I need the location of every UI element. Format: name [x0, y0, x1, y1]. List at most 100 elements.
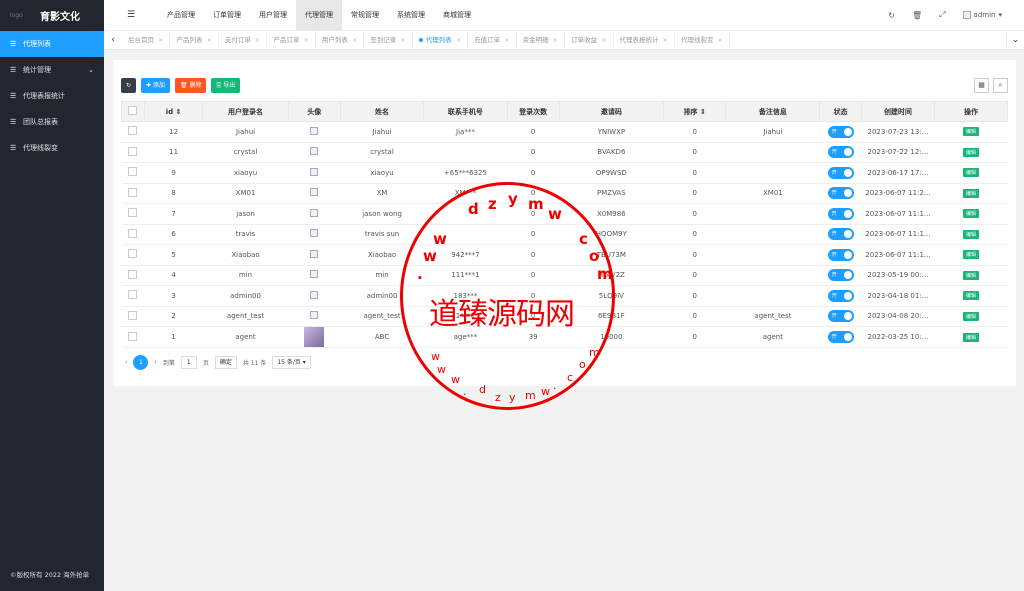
status-toggle[interactable]: 开: [827, 125, 854, 138]
close-icon[interactable]: ×: [663, 36, 668, 44]
row-select[interactable]: [121, 224, 145, 245]
sidebar-item-3[interactable]: ☰ 团队总报表: [0, 109, 104, 135]
status-toggle[interactable]: 开: [827, 331, 854, 343]
tab-item[interactable]: 支付订单 ×: [219, 30, 268, 50]
edit-button[interactable]: 编辑: [962, 250, 979, 260]
tab-item[interactable]: 订单收益 ×: [565, 30, 614, 50]
prev-page-icon[interactable]: ‹: [125, 359, 127, 366]
confirm-button[interactable]: 确定: [214, 356, 237, 369]
edit-button[interactable]: 编辑: [962, 209, 979, 219]
checkbox[interactable]: [128, 167, 138, 177]
topnav-item[interactable]: 用户管理: [250, 0, 296, 31]
tab-item[interactable]: 充值订单 ×: [468, 30, 517, 50]
menu-toggle-icon[interactable]: ☰: [104, 10, 158, 20]
add-button[interactable]: ✚ 添加: [141, 78, 170, 93]
tab-more-icon[interactable]: ⌄: [1006, 30, 1024, 50]
row-select[interactable]: [121, 244, 145, 266]
topnav-item[interactable]: 产品管理: [158, 0, 204, 31]
edit-button[interactable]: 编辑: [962, 188, 979, 198]
status-toggle[interactable]: 开: [827, 248, 854, 261]
topnav-item[interactable]: 订单管理: [204, 0, 250, 31]
page-current[interactable]: 1: [133, 355, 149, 370]
close-icon[interactable]: ×: [601, 36, 606, 44]
tab-item[interactable]: 产品订单 ×: [267, 30, 316, 50]
checkbox[interactable]: [128, 126, 138, 136]
tab-item[interactable]: 用户列表 ×: [316, 30, 365, 50]
close-icon[interactable]: ×: [400, 36, 405, 44]
search-icon[interactable]: ⌕: [993, 78, 1008, 93]
sidebar-item-2[interactable]: ☰ 代理表报统计: [0, 83, 104, 109]
edit-button[interactable]: 编辑: [962, 311, 979, 321]
topnav-item[interactable]: 常规管理: [342, 0, 388, 31]
row-select[interactable]: [121, 285, 145, 307]
topnav-item[interactable]: 系统管理: [388, 0, 434, 31]
close-icon[interactable]: ×: [717, 36, 722, 44]
tab-item[interactable]: 代理表报统计 ×: [614, 30, 675, 50]
brand[interactable]: logo 育影文化: [0, 0, 104, 31]
tab-item[interactable]: 签到记录 ×: [364, 30, 413, 50]
status-toggle[interactable]: 开: [827, 228, 854, 241]
status-toggle[interactable]: 开: [827, 207, 854, 220]
close-icon[interactable]: ×: [206, 36, 211, 44]
sidebar-item-1[interactable]: ☰ 统计管理 ⌄: [0, 57, 104, 83]
status-toggle[interactable]: 开: [827, 289, 854, 302]
topnav-item[interactable]: 代理管理: [296, 0, 342, 31]
tab-left-arrow-icon[interactable]: ‹: [104, 35, 122, 45]
checkbox[interactable]: [128, 249, 138, 259]
edit-button[interactable]: 编辑: [962, 127, 979, 137]
status-toggle[interactable]: 开: [827, 187, 854, 200]
row-select[interactable]: [121, 306, 145, 327]
row-select[interactable]: [121, 183, 145, 204]
sidebar-item-0[interactable]: ☰ 代理列表: [0, 31, 104, 57]
next-page-icon[interactable]: ›: [154, 359, 156, 366]
checkbox[interactable]: [128, 106, 138, 115]
sidebar-item-4[interactable]: ☰ 代理线裂变: [0, 135, 104, 161]
status-toggle[interactable]: 开: [827, 166, 854, 179]
columns-icon[interactable]: ▦: [974, 78, 989, 93]
row-select[interactable]: [121, 142, 145, 163]
status-toggle[interactable]: 开: [827, 310, 854, 323]
delete-button[interactable]: 🗑 删除: [174, 78, 207, 93]
export-button[interactable]: 🖺 导出: [211, 78, 241, 93]
close-icon[interactable]: ×: [456, 36, 461, 44]
per-page-select[interactable]: 15 条/页 ▾: [272, 356, 311, 369]
tab-item[interactable]: 资金明细 ×: [517, 30, 566, 50]
tab-item[interactable]: 产品列表 ×: [170, 30, 219, 50]
refresh-icon[interactable]: ↻: [888, 11, 895, 20]
topnav-item[interactable]: 商城管理: [434, 0, 480, 31]
checkbox[interactable]: [128, 331, 138, 341]
user-menu[interactable]: admin ▾: [962, 11, 1002, 19]
checkbox[interactable]: [128, 290, 138, 300]
row-select[interactable]: [121, 265, 145, 286]
edit-button[interactable]: 编辑: [962, 291, 979, 301]
select-all-header[interactable]: [121, 101, 145, 122]
sort-icon[interactable]: ⇕: [173, 108, 182, 116]
checkbox[interactable]: [128, 228, 138, 238]
row-select[interactable]: [121, 326, 145, 348]
checkbox[interactable]: [128, 269, 138, 279]
trash-icon[interactable]: 🗑: [912, 11, 922, 20]
status-toggle[interactable]: 开: [827, 269, 854, 282]
close-icon[interactable]: ×: [504, 36, 509, 44]
row-select[interactable]: [121, 121, 145, 143]
row-select[interactable]: [121, 203, 145, 225]
edit-button[interactable]: 编辑: [962, 332, 979, 342]
edit-button[interactable]: 编辑: [962, 270, 979, 280]
edit-button[interactable]: 编辑: [962, 229, 979, 239]
close-icon[interactable]: ×: [255, 36, 260, 44]
close-icon[interactable]: ×: [352, 36, 357, 44]
tab-item[interactable]: 代理列表 ×: [413, 30, 469, 50]
close-icon[interactable]: ×: [553, 36, 558, 44]
checkbox[interactable]: [128, 208, 138, 218]
close-icon[interactable]: ×: [158, 36, 163, 44]
tab-item[interactable]: 代理线裂变 ×: [675, 30, 730, 50]
sort-icon[interactable]: ⇕: [698, 108, 706, 116]
refresh-button[interactable]: ↻: [121, 78, 136, 93]
edit-button[interactable]: 编辑: [962, 168, 979, 178]
checkbox[interactable]: [128, 187, 138, 197]
status-toggle[interactable]: 开: [827, 146, 854, 159]
edit-button[interactable]: 编辑: [962, 147, 979, 157]
row-select[interactable]: [121, 162, 145, 184]
fullscreen-icon[interactable]: ⤢: [939, 10, 945, 20]
checkbox[interactable]: [128, 310, 138, 320]
